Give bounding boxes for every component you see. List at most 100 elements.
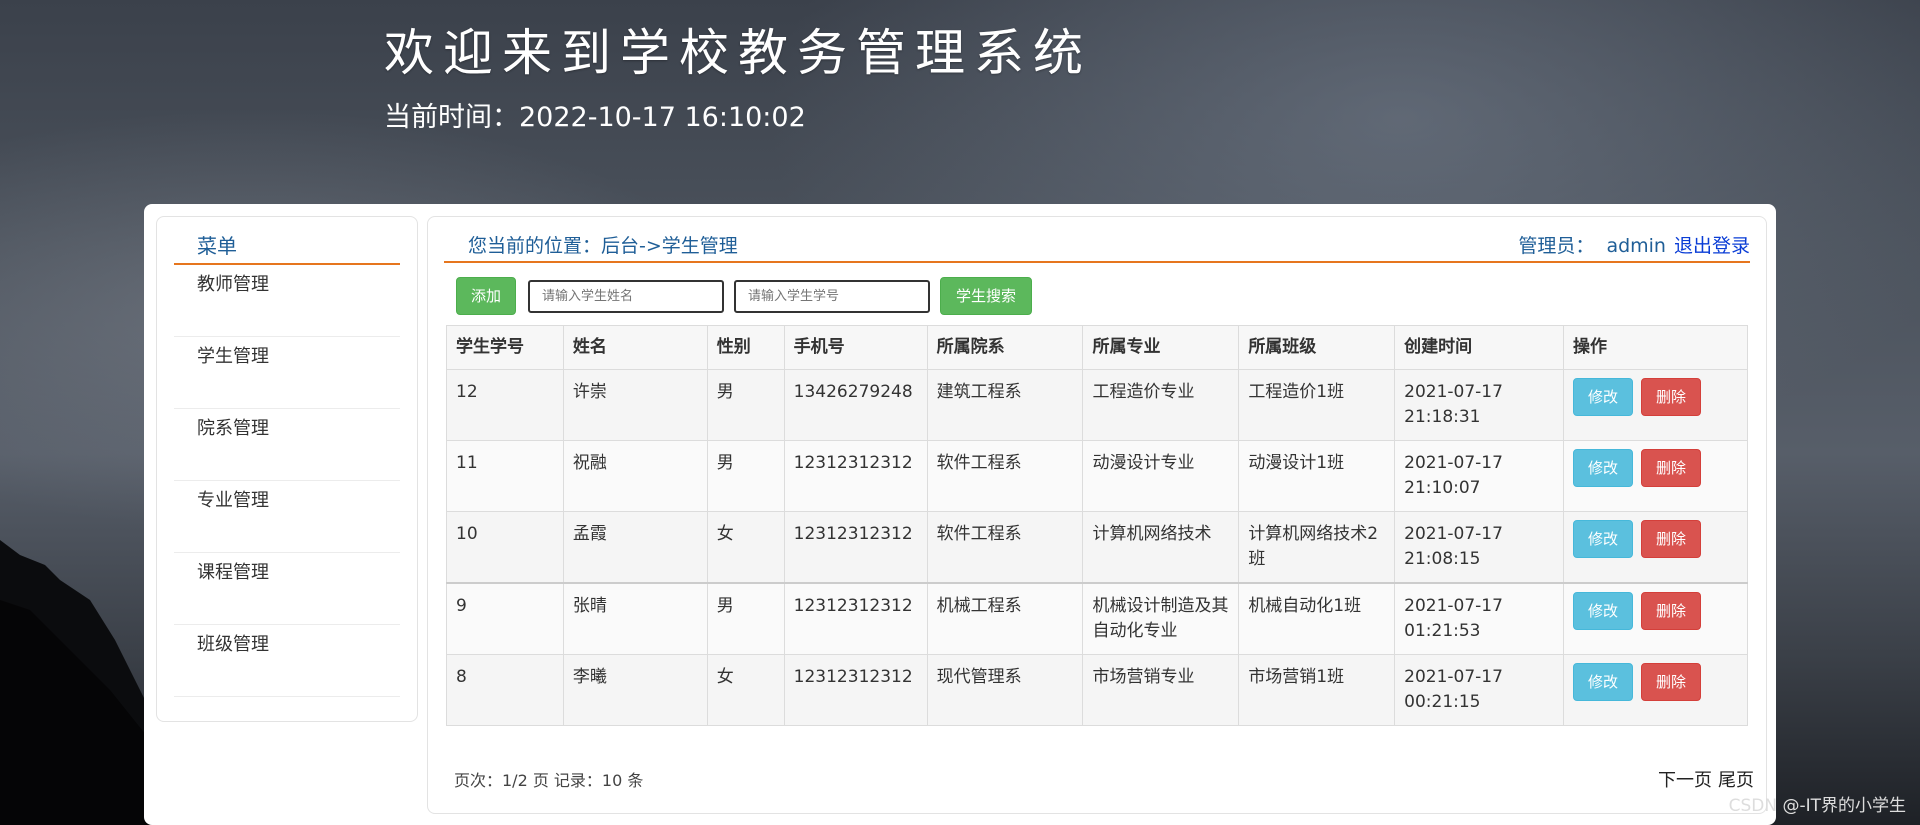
column-header: 所属班级 — [1238, 325, 1396, 370]
cell-department: 机械工程系 — [926, 582, 1084, 655]
cell-phone: 12312312312 — [783, 582, 928, 655]
column-header: 所属专业 — [1082, 325, 1240, 370]
delete-button[interactable]: 删除 — [1641, 663, 1702, 701]
cell-actions: 修改 删除 — [1563, 511, 1748, 584]
cell-name: 祝融 — [562, 440, 708, 512]
cell-student-id: 12 — [446, 369, 564, 441]
cell-major: 动漫设计专业 — [1082, 440, 1240, 512]
cell-gender: 男 — [706, 369, 785, 441]
sidebar-item-classes[interactable]: 班级管理 — [174, 625, 400, 697]
cell-major: 机械设计制造及其自动化专业 — [1082, 582, 1240, 655]
cell-phone: 13426279248 — [783, 369, 928, 441]
student-name-input[interactable] — [528, 279, 724, 313]
table-row: 12 许崇 男 13426279248 建筑工程系 工程造价专业 工程造价1班 … — [446, 369, 1748, 441]
logout-link[interactable]: 退出登录 — [1674, 235, 1750, 257]
admin-label: 管理员： — [1518, 235, 1595, 257]
toolbar: 添加 学生搜索 — [456, 277, 1032, 315]
cell-phone: 12312312312 — [783, 440, 928, 512]
delete-button[interactable]: 删除 — [1641, 520, 1702, 558]
column-header: 姓名 — [562, 325, 708, 370]
cell-actions: 修改 删除 — [1563, 440, 1748, 512]
cell-gender: 男 — [706, 582, 785, 655]
table-row: 9 张晴 男 12312312312 机械工程系 机械设计制造及其自动化专业 机… — [446, 582, 1748, 655]
cell-actions: 修改 删除 — [1563, 654, 1748, 726]
time-value: 2022-10-17 16:10:02 — [519, 102, 806, 133]
cell-class: 动漫设计1班 — [1238, 440, 1396, 512]
column-header: 性别 — [706, 325, 785, 370]
cell-student-id: 9 — [446, 582, 564, 655]
sidebar-item-departments[interactable]: 院系管理 — [174, 409, 400, 481]
cell-class: 计算机网络技术2班 — [1238, 511, 1396, 584]
cell-gender: 女 — [706, 511, 785, 584]
sidebar-item-students[interactable]: 学生管理 — [174, 337, 400, 409]
cell-gender: 男 — [706, 440, 785, 512]
cell-gender: 女 — [706, 654, 785, 726]
sidebar-item-courses[interactable]: 课程管理 — [174, 553, 400, 625]
cell-department: 现代管理系 — [926, 654, 1084, 726]
watermark: CSDN @-IT界的小学生 — [1728, 796, 1906, 816]
cell-created: 2021-07-17 21:08:15 — [1394, 511, 1565, 584]
cell-department: 软件工程系 — [926, 511, 1084, 584]
cell-major: 市场营销专业 — [1082, 654, 1240, 726]
cell-major: 计算机网络技术 — [1082, 511, 1240, 584]
cell-department: 软件工程系 — [926, 440, 1084, 512]
cell-phone: 12312312312 — [783, 511, 928, 584]
cell-name: 许崇 — [562, 369, 708, 441]
last-page-link[interactable]: 尾页 — [1718, 770, 1754, 791]
column-header: 所属院系 — [926, 325, 1084, 370]
cell-department: 建筑工程系 — [926, 369, 1084, 441]
cell-student-id: 11 — [446, 440, 564, 512]
edit-button[interactable]: 修改 — [1573, 378, 1634, 416]
edit-button[interactable]: 修改 — [1573, 520, 1634, 558]
cell-created: 2021-07-17 21:10:07 — [1394, 440, 1565, 512]
sidebar-item-majors[interactable]: 专业管理 — [174, 481, 400, 553]
cell-class: 市场营销1班 — [1238, 654, 1396, 726]
cell-actions: 修改 删除 — [1563, 582, 1748, 655]
delete-button[interactable]: 删除 — [1641, 449, 1702, 487]
admin-name: admin — [1606, 235, 1666, 257]
edit-button[interactable]: 修改 — [1573, 449, 1634, 487]
page-header: 欢迎来到学校教务管理系统 当前时间：2022-10-17 16:10:02 — [384, 18, 1092, 136]
cell-student-id: 8 — [446, 654, 564, 726]
content-panel: 菜单 教师管理 学生管理 院系管理 专业管理 课程管理 班级管理 您当前的位置：… — [144, 204, 1776, 825]
cell-student-id: 10 — [446, 511, 564, 584]
pager-info: 页次：1/2 页 记录：10 条 — [454, 771, 644, 790]
cell-name: 李曦 — [562, 654, 708, 726]
cell-created: 2021-07-17 00:21:15 — [1394, 654, 1565, 726]
site-title: 欢迎来到学校教务管理系统 — [384, 24, 1092, 82]
cell-actions: 修改 删除 — [1563, 369, 1748, 441]
cell-phone: 12312312312 — [783, 654, 928, 726]
edit-button[interactable]: 修改 — [1573, 663, 1634, 701]
student-search-button[interactable]: 学生搜索 — [940, 277, 1032, 315]
delete-button[interactable]: 删除 — [1641, 378, 1702, 416]
table-header-row: 学生学号 姓名 性别 手机号 所属院系 所属专业 所属班级 创建时间 操作 — [446, 325, 1748, 370]
menu-title: 菜单 — [174, 233, 400, 265]
current-time: 当前时间：2022-10-17 16:10:02 — [384, 100, 1092, 136]
cell-name: 张晴 — [562, 582, 708, 655]
table-row: 8 李曦 女 12312312312 现代管理系 市场营销专业 市场营销1班 2… — [446, 654, 1748, 726]
delete-button[interactable]: 删除 — [1641, 592, 1702, 630]
student-table: 学生学号 姓名 性别 手机号 所属院系 所属专业 所属班级 创建时间 操作 12… — [446, 325, 1748, 726]
column-header: 手机号 — [783, 325, 928, 370]
add-button[interactable]: 添加 — [456, 277, 516, 315]
column-header: 创建时间 — [1394, 325, 1565, 370]
edit-button[interactable]: 修改 — [1573, 592, 1634, 630]
cell-class: 工程造价1班 — [1238, 369, 1396, 441]
sidebar-item-teachers[interactable]: 教师管理 — [174, 265, 400, 337]
next-page-link[interactable]: 下一页 — [1658, 770, 1712, 791]
table-row: 10 孟霞 女 12312312312 软件工程系 计算机网络技术 计算机网络技… — [446, 511, 1748, 584]
student-id-input[interactable] — [734, 279, 930, 313]
pager-links: 下一页 尾页 — [1658, 769, 1754, 793]
time-label: 当前时间： — [384, 102, 519, 133]
cell-major: 工程造价专业 — [1082, 369, 1240, 441]
cell-class: 机械自动化1班 — [1238, 582, 1396, 655]
table-row: 11 祝融 男 12312312312 软件工程系 动漫设计专业 动漫设计1班 … — [446, 440, 1748, 512]
menu-list: 教师管理 学生管理 院系管理 专业管理 课程管理 班级管理 — [174, 265, 400, 697]
sidebar-menu: 菜单 教师管理 学生管理 院系管理 专业管理 课程管理 班级管理 — [156, 216, 418, 722]
main-content: 您当前的位置：后台->学生管理 管理员： admin 退出登录 添加 学生搜索 学生… — [427, 216, 1767, 814]
cell-created: 2021-07-17 01:21:53 — [1394, 582, 1565, 655]
admin-area: 管理员： admin 退出登录 — [1518, 233, 1750, 259]
breadcrumb: 您当前的位置：后台->学生管理 — [468, 235, 738, 257]
column-header: 操作 — [1563, 325, 1748, 370]
column-header: 学生学号 — [446, 325, 564, 370]
